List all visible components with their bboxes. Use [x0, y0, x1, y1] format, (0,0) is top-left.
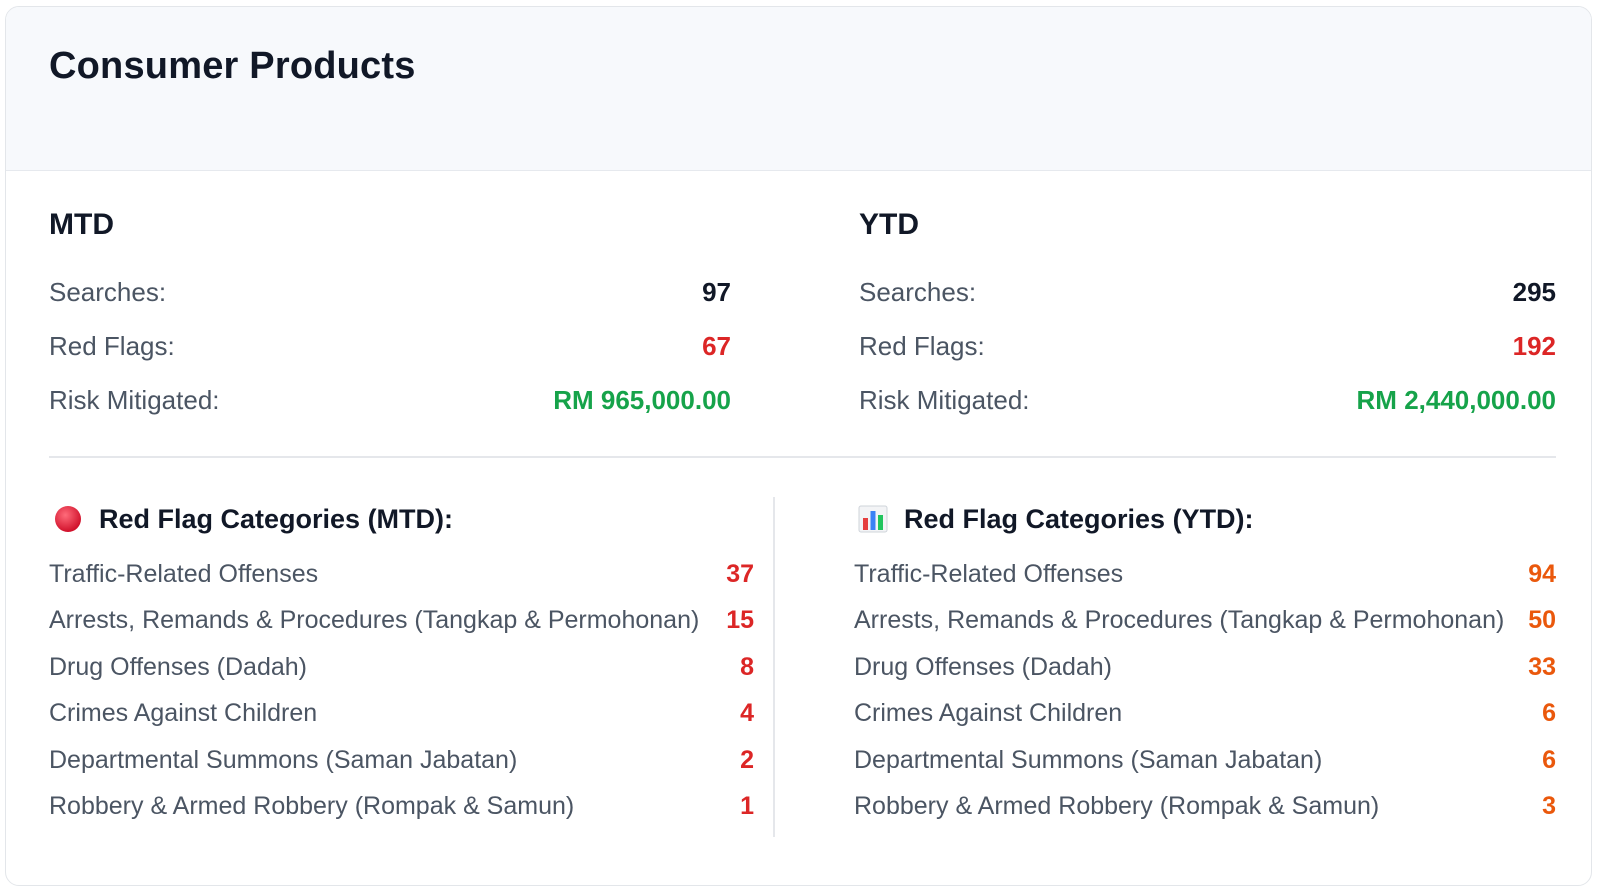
ytd-category-row: Arrests, Remands & Procedures (Tangkap &… — [854, 598, 1556, 645]
category-count: 33 — [1528, 652, 1556, 681]
mtd-searches-row: Searches: 97 — [49, 265, 731, 319]
category-label: Departmental Summons (Saman Jabatan) — [49, 745, 518, 774]
category-label: Arrests, Remands & Procedures (Tangkap &… — [854, 606, 1505, 635]
mtd-categories: Red Flag Categories (MTD): Traffic-Relat… — [49, 491, 754, 830]
mtd-title: MTD — [49, 208, 114, 241]
category-label: Crimes Against Children — [49, 699, 318, 728]
category-label: Arrests, Remands & Procedures (Tangkap &… — [49, 606, 700, 635]
mtd-risk-row: Risk Mitigated: RM 965,000.00 — [49, 373, 731, 427]
ytd-category-list: Traffic-Related Offenses 94 Arrests, Reman… — [854, 551, 1556, 830]
category-count: 37 — [726, 559, 754, 588]
category-count: 1 — [740, 792, 754, 821]
ytd-red-flags-row: Red Flags: 192 — [859, 319, 1556, 373]
ytd-title: YTD — [859, 208, 919, 241]
ytd-red-flags-value: 192 — [1512, 330, 1556, 361]
mtd-searches-value: 97 — [702, 276, 731, 307]
section-divider — [49, 456, 1556, 458]
category-label: Crimes Against Children — [854, 699, 1123, 728]
bar-chart-icon — [858, 504, 888, 534]
ytd-searches-label: Searches: — [859, 276, 977, 307]
category-label: Drug Offenses (Dadah) — [49, 652, 307, 681]
ytd-categories-header: Red Flag Categories (YTD): — [854, 491, 1556, 547]
mtd-category-list: Traffic-Related Offenses 37 Arrests, Reman… — [49, 551, 754, 830]
category-label: Traffic-Related Offenses — [49, 559, 319, 588]
category-count: 94 — [1528, 559, 1556, 588]
ytd-categories: Red Flag Categories (YTD): Traffic-Relat… — [854, 491, 1556, 830]
mtd-risk-label: Risk Mitigated: — [49, 384, 220, 415]
category-count: 4 — [740, 699, 754, 728]
mtd-category-row: Robbery & Armed Robbery (Rompak & Samun)… — [49, 784, 754, 831]
ytd-summary: YTD Searches: 295 Red Flags: 192 Risk Mi… — [859, 207, 1556, 427]
category-label: Departmental Summons (Saman Jabatan) — [854, 745, 1323, 774]
red-circle-icon — [53, 504, 83, 534]
ytd-red-flags-label: Red Flags: — [859, 330, 985, 361]
ytd-risk-row: Risk Mitigated: RM 2,440,000.00 — [859, 373, 1556, 427]
mtd-category-row: Crimes Against Children 4 — [49, 691, 754, 738]
mtd-risk-value: RM 965,000.00 — [553, 384, 731, 415]
mtd-summary: MTD Searches: 97 Red Flags: 67 Risk Miti… — [49, 207, 731, 427]
ytd-category-row: Crimes Against Children 6 — [854, 691, 1556, 738]
mtd-category-row: Arrests, Remands & Procedures (Tangkap &… — [49, 598, 754, 645]
mtd-categories-header: Red Flag Categories (MTD): — [49, 491, 754, 547]
card-title: Consumer Products — [49, 45, 416, 87]
ytd-category-row: Traffic-Related Offenses 94 — [854, 551, 1556, 598]
mtd-categories-title: Red Flag Categories (MTD): — [99, 503, 454, 534]
category-count: 6 — [1542, 745, 1556, 774]
category-label: Robbery & Armed Robbery (Rompak & Samun) — [854, 792, 1380, 821]
mtd-category-row: Traffic-Related Offenses 37 — [49, 551, 754, 598]
category-count: 8 — [740, 652, 754, 681]
category-label: Drug Offenses (Dadah) — [854, 652, 1112, 681]
category-count: 50 — [1528, 606, 1556, 635]
ytd-searches-row: Searches: 295 — [859, 265, 1556, 319]
mtd-category-row: Departmental Summons (Saman Jabatan) 2 — [49, 737, 754, 784]
consumer-products-card: Consumer Products MTD Searches: 97 Red F… — [5, 6, 1592, 886]
mtd-red-flags-label: Red Flags: — [49, 330, 175, 361]
ytd-risk-value: RM 2,440,000.00 — [1356, 384, 1556, 415]
mtd-category-row: Drug Offenses (Dadah) 8 — [49, 644, 754, 691]
ytd-category-row: Drug Offenses (Dadah) 33 — [854, 644, 1556, 691]
category-count: 15 — [726, 606, 754, 635]
ytd-category-row: Robbery & Armed Robbery (Rompak & Samun)… — [854, 784, 1556, 831]
ytd-risk-label: Risk Mitigated: — [859, 384, 1030, 415]
category-label: Robbery & Armed Robbery (Rompak & Samun) — [49, 792, 575, 821]
ytd-category-row: Departmental Summons (Saman Jabatan) 6 — [854, 737, 1556, 784]
category-count: 6 — [1542, 699, 1556, 728]
category-count: 3 — [1542, 792, 1556, 821]
ytd-categories-title: Red Flag Categories (YTD): — [904, 503, 1254, 534]
category-count: 2 — [740, 745, 754, 774]
mtd-searches-label: Searches: — [49, 276, 167, 307]
summary-section: MTD Searches: 97 Red Flags: 67 Risk Miti… — [6, 171, 1591, 461]
category-label: Traffic-Related Offenses — [854, 559, 1124, 588]
column-divider — [773, 497, 775, 837]
card-header: Consumer Products — [6, 7, 1591, 171]
mtd-red-flags-value: 67 — [702, 330, 731, 361]
mtd-red-flags-row: Red Flags: 67 — [49, 319, 731, 373]
ytd-searches-value: 295 — [1512, 276, 1556, 307]
